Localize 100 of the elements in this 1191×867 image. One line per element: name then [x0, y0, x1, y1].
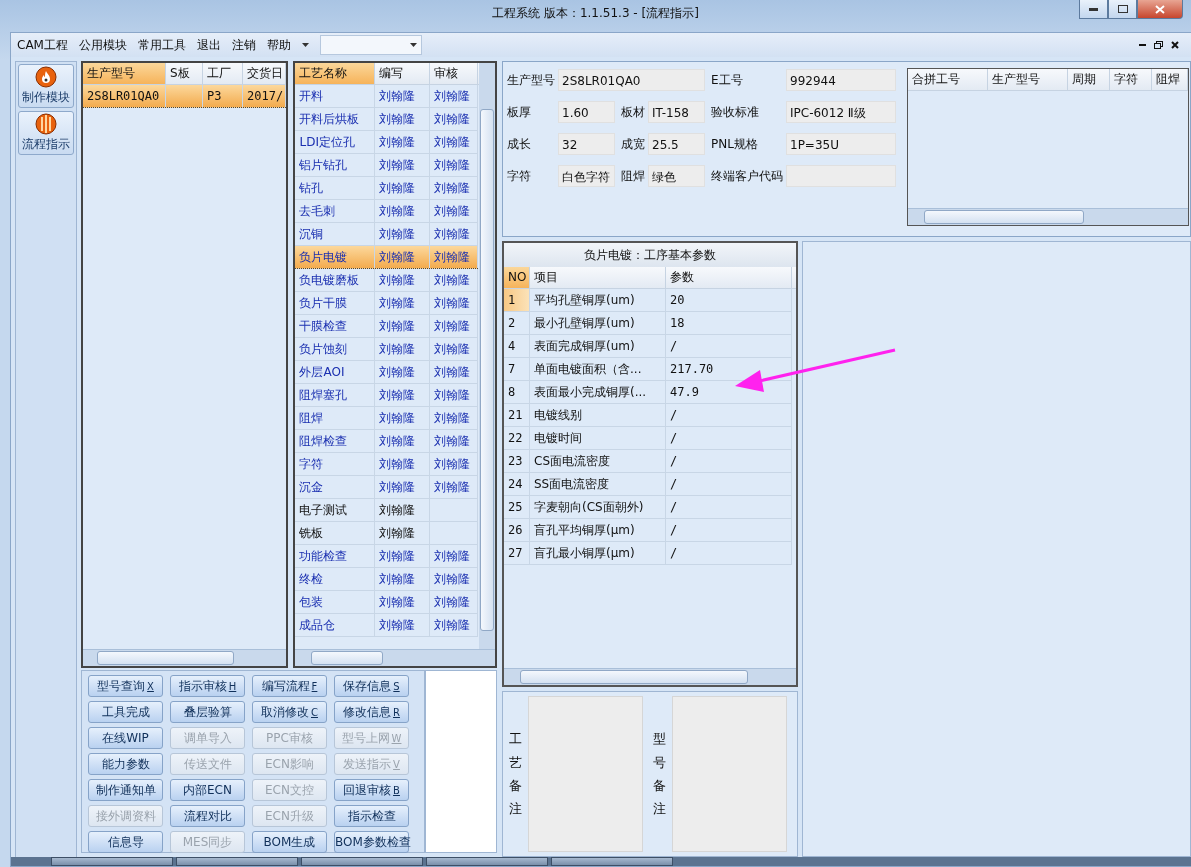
table-row[interactable]: 4 表面完成铜厚(um) /	[504, 335, 792, 358]
table-row[interactable]: 阻焊塞孔 刘翰隆 刘翰隆	[295, 384, 479, 407]
scrollbar[interactable]	[908, 208, 1188, 225]
sidebar-button[interactable]: 制作模块	[18, 64, 74, 108]
table-row[interactable]: 功能检查 刘翰隆 刘翰隆	[295, 545, 479, 568]
menu-item[interactable]: 公用模块	[78, 36, 127, 54]
sidebar-button[interactable]: 流程指示	[18, 111, 74, 155]
action-button[interactable]: 内部ECN	[170, 779, 245, 801]
action-button[interactable]: 信息导	[88, 831, 163, 853]
table-row[interactable]: 2 最小孔壁铜厚(um) 18	[504, 312, 792, 335]
table-row[interactable]: 23 CS面电流密度 /	[504, 450, 792, 473]
close-icon[interactable]	[1171, 41, 1179, 49]
table-row[interactable]: 22 电镀时间 /	[504, 427, 792, 450]
scrollbar[interactable]	[83, 649, 287, 666]
table-row[interactable]: 钻孔 刘翰隆 刘翰隆	[295, 177, 479, 200]
table-row[interactable]: 成品仓 刘翰隆 刘翰隆	[295, 614, 479, 637]
table-row[interactable]: 铣板 刘翰隆	[295, 522, 479, 545]
action-button[interactable]: BOM参数检查	[334, 831, 409, 853]
column-header[interactable]: NO	[504, 267, 530, 288]
column-header[interactable]: 审核	[430, 63, 479, 84]
table-row[interactable]: 负片电镀 刘翰隆 刘翰隆	[295, 246, 479, 269]
action-button[interactable]: BOM生成	[252, 831, 327, 853]
action-button[interactable]: 叠层验算	[170, 701, 245, 723]
column-header[interactable]: S板	[166, 63, 203, 84]
table-row[interactable]: 24 SS面电流密度 /	[504, 473, 792, 496]
menu-item[interactable]: 常用工具	[137, 36, 186, 54]
action-button[interactable]: 保存信息 S	[334, 675, 409, 697]
action-button[interactable]: 制作通知单	[88, 779, 163, 801]
action-button[interactable]: 修改信息 R	[334, 701, 409, 723]
table-row[interactable]: 铝片钻孔 刘翰隆 刘翰隆	[295, 154, 479, 177]
table-cell: 负片干膜	[295, 292, 376, 314]
action-button[interactable]: 取消修改 C	[252, 701, 327, 723]
action-button[interactable]: 指示审核 H	[170, 675, 245, 697]
action-button[interactable]: 型号查询 X	[88, 675, 163, 697]
table-cell: 8	[504, 381, 530, 403]
restore-icon[interactable]	[1154, 41, 1163, 49]
table-cell: 开料后烘板	[295, 108, 376, 130]
table-row[interactable]: 外层AOI 刘翰隆 刘翰隆	[295, 361, 479, 384]
table-row[interactable]: 阻焊 刘翰隆 刘翰隆	[295, 407, 479, 430]
table-cell: 负片蚀刻	[295, 338, 376, 360]
column-header[interactable]: 工厂	[203, 63, 243, 84]
table-row[interactable]: 1 平均孔壁铜厚(um) 20	[504, 289, 792, 312]
column-header[interactable]: 项目	[530, 267, 666, 288]
table-row[interactable]: 干膜检查 刘翰隆 刘翰隆	[295, 315, 479, 338]
table-row[interactable]: 负电镀磨板 刘翰隆 刘翰隆	[295, 269, 479, 292]
table-row[interactable]: 去毛刺 刘翰隆 刘翰隆	[295, 200, 479, 223]
column-header[interactable]: 交货日	[243, 63, 286, 84]
taskbar-button[interactable]	[426, 857, 548, 866]
action-button[interactable]: 工具完成	[88, 701, 163, 723]
table-row[interactable]: 电子测试 刘翰隆	[295, 499, 479, 522]
menu-item[interactable]: 帮助	[266, 36, 291, 54]
taskbar-button[interactable]	[51, 857, 173, 866]
taskbar-button[interactable]	[551, 857, 673, 866]
column-header[interactable]: 阻焊	[1152, 69, 1188, 90]
action-button[interactable]: 能力参数	[88, 753, 163, 775]
action-button[interactable]: 在线WIP	[88, 727, 163, 749]
column-header[interactable]: 参数	[666, 267, 792, 288]
menu-item[interactable]: 注销	[231, 36, 256, 54]
table-row[interactable]: 包装 刘翰隆 刘翰隆	[295, 591, 479, 614]
close-button[interactable]	[1137, 0, 1183, 19]
column-header[interactable]: 合拼工号	[908, 69, 988, 90]
action-button[interactable]: 流程对比	[170, 805, 245, 827]
table-row[interactable]: 终检 刘翰隆 刘翰隆	[295, 568, 479, 591]
table-row[interactable]: 21 电镀线别 /	[504, 404, 792, 427]
table-row[interactable]: 阻焊检查 刘翰隆 刘翰隆	[295, 430, 479, 453]
minimize-button[interactable]	[1079, 0, 1108, 19]
table-row[interactable]: LDI定位孔 刘翰隆 刘翰隆	[295, 131, 479, 154]
column-header[interactable]: 工艺名称	[295, 63, 376, 84]
table-row[interactable]: 开料后烘板 刘翰隆 刘翰隆	[295, 108, 479, 131]
scrollbar[interactable]	[295, 649, 495, 666]
column-header[interactable]: 生产型号	[83, 63, 166, 84]
table-row[interactable]: 27 盲孔最小铜厚(μm) /	[504, 542, 792, 565]
dropdown-field[interactable]	[319, 35, 422, 55]
action-button[interactable]: 指示检查	[334, 805, 409, 827]
table-row[interactable]: 字符 刘翰隆 刘翰隆	[295, 453, 479, 476]
taskbar-button[interactable]	[301, 857, 423, 866]
table-row[interactable]: 负片干膜 刘翰隆 刘翰隆	[295, 292, 479, 315]
table-row[interactable]: 25 字麦朝向(CS面朝外) /	[504, 496, 792, 519]
table-row[interactable]: 2S8LR01QA0 P3 2017/	[83, 85, 286, 108]
table-row[interactable]: 负片蚀刻 刘翰隆 刘翰隆	[295, 338, 479, 361]
menu-item[interactable]: 退出	[196, 36, 221, 54]
scrollbar[interactable]	[504, 668, 796, 685]
table-row[interactable]: 26 盲孔平均铜厚(μm) /	[504, 519, 792, 542]
action-button[interactable]: 编写流程 F	[252, 675, 327, 697]
column-header[interactable]: 周期	[1068, 69, 1110, 90]
caret-icon[interactable]	[301, 43, 309, 47]
table-row[interactable]: 沉金 刘翰隆 刘翰隆	[295, 476, 479, 499]
field-label: E工号	[711, 71, 744, 89]
table-cell: 刘翰隆	[430, 223, 479, 245]
scrollbar[interactable]	[479, 63, 495, 650]
column-header[interactable]: 编写	[375, 63, 431, 84]
table-row[interactable]: 开料 刘翰隆 刘翰隆	[295, 85, 479, 108]
notes-field[interactable]	[672, 696, 787, 852]
column-header[interactable]: 生产型号	[988, 69, 1068, 90]
menu-item[interactable]: CAM工程	[17, 36, 68, 54]
action-button[interactable]: 回退审核 B	[334, 779, 409, 801]
column-header[interactable]: 字符	[1110, 69, 1152, 90]
taskbar-button[interactable]	[176, 857, 298, 866]
maximize-button[interactable]	[1108, 0, 1137, 19]
notes-field[interactable]	[528, 696, 643, 852]
